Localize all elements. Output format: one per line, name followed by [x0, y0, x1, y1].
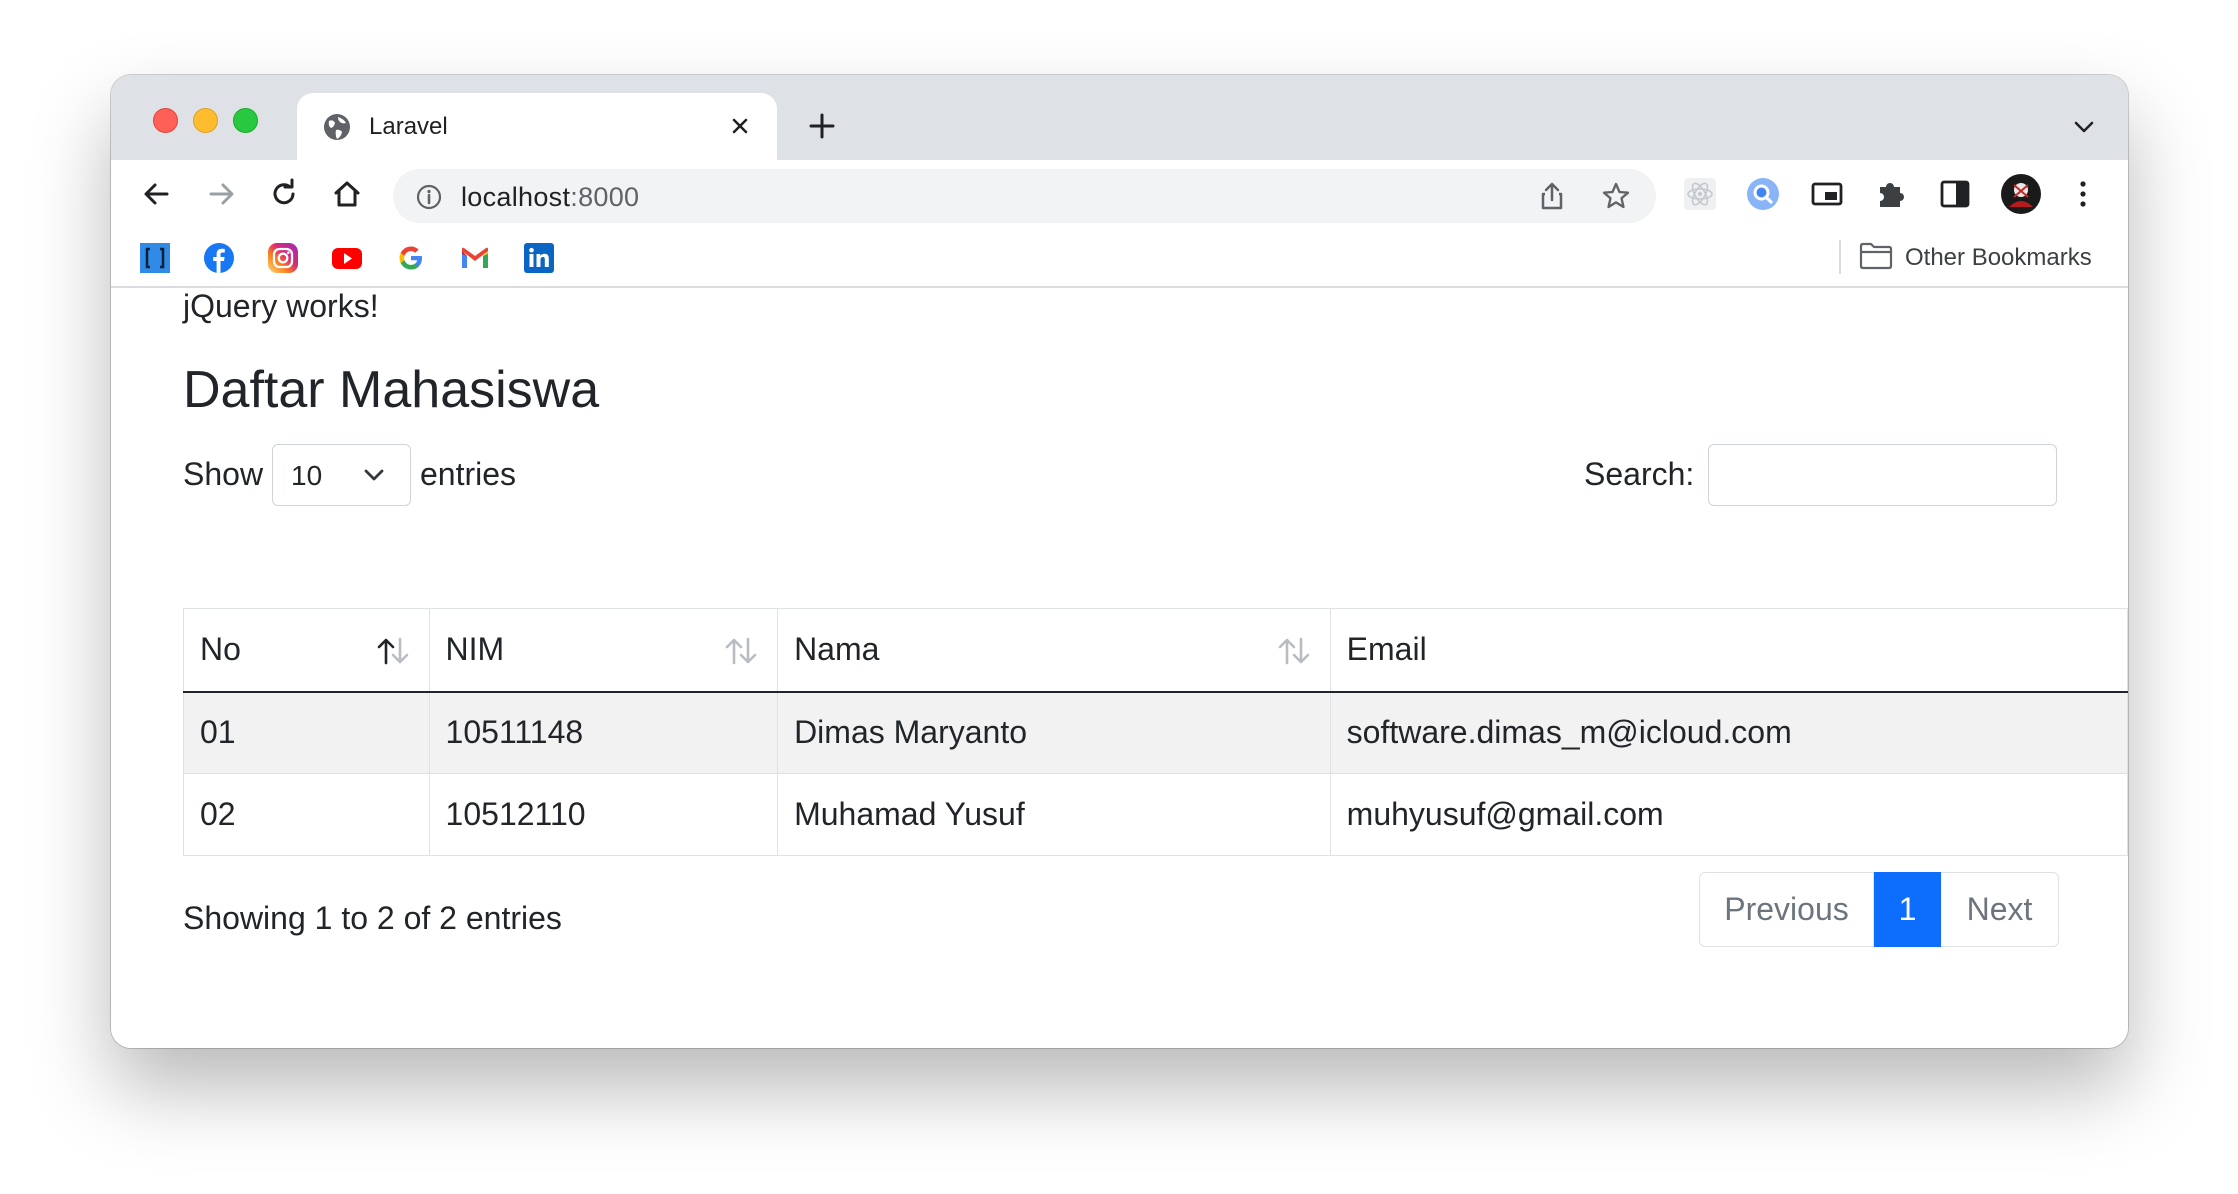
status-text: jQuery works! — [183, 288, 379, 324]
page-title: Daftar Mahasiswa — [183, 361, 600, 419]
browser-tab[interactable]: Laravel — [297, 93, 777, 160]
plus-icon[interactable] — [805, 109, 839, 143]
table-info: Showing 1 to 2 of 2 entries — [183, 900, 562, 936]
cell-no: 02 — [183, 773, 430, 856]
youtube-icon[interactable] — [331, 242, 363, 274]
more-vert-icon[interactable] — [2064, 175, 2102, 213]
cell-nim: 10511148 — [428, 691, 779, 774]
share-icon[interactable] — [1536, 180, 1568, 212]
browser-window: Laravel localhost:8000 Other Bookmarks j… — [111, 75, 2128, 1048]
minimize-window-button[interactable] — [193, 108, 218, 133]
info-icon[interactable] — [415, 183, 443, 211]
cell-nama: Muhamad Yusuf — [777, 773, 1331, 856]
gmail-icon[interactable] — [459, 242, 491, 274]
column-header-email: Email — [1329, 608, 2128, 693]
puzzle-icon[interactable] — [1872, 175, 1910, 213]
entries-per-page-select[interactable]: 10 — [272, 444, 411, 506]
bookmarks-bar: Other Bookmarks — [111, 228, 2128, 288]
column-header-nim[interactable]: NIM — [428, 608, 779, 693]
column-header-no[interactable]: No — [183, 608, 430, 693]
home-icon[interactable] — [327, 174, 367, 214]
folder-icon — [1859, 242, 1893, 270]
instagram-icon[interactable] — [267, 242, 299, 274]
reload-icon[interactable] — [264, 174, 304, 214]
close-icon[interactable] — [723, 109, 757, 143]
chevron-down-icon — [364, 469, 384, 481]
cell-nama: Dimas Maryanto — [777, 691, 1331, 774]
url-text: localhost:8000 — [461, 182, 640, 212]
search-extension-icon[interactable] — [1744, 175, 1782, 213]
page-content: jQuery works! Daftar Mahasiswa Show 10 e… — [111, 288, 2128, 1048]
sort-icon — [725, 637, 757, 665]
cell-email: muhyusuf@gmail.com — [1329, 773, 2128, 856]
maximize-window-button[interactable] — [233, 108, 258, 133]
cell-no: 01 — [183, 691, 430, 774]
profile-avatar-icon[interactable] — [2000, 173, 2042, 215]
sort-icon — [1278, 637, 1309, 665]
tab-strip: Laravel — [111, 75, 2128, 160]
search-input[interactable] — [1708, 444, 2057, 506]
search-label: Search: — [1584, 456, 1695, 492]
table-row: 01 10511148 Dimas Maryanto software.dima… — [183, 691, 2128, 774]
length-label-entries: entries — [420, 456, 517, 492]
linkedin-icon[interactable] — [523, 242, 555, 274]
entries-per-page-value: 10 — [291, 460, 323, 491]
forward-arrow-icon[interactable] — [201, 174, 241, 214]
next-page-button[interactable]: Next — [1941, 872, 2059, 947]
address-bar[interactable]: localhost:8000 — [393, 169, 1656, 223]
react-devtools-icon[interactable] — [1681, 175, 1719, 213]
column-header-nama[interactable]: Nama — [777, 608, 1331, 693]
other-bookmarks-label: Other Bookmarks — [1905, 244, 2092, 271]
google-icon[interactable] — [395, 242, 427, 274]
students-table: No NIM Nama Email 01 10511148 Dimas Mary… — [183, 608, 2128, 856]
chevron-down-icon[interactable] — [2070, 113, 2098, 141]
bookmark-star-icon[interactable] — [1600, 180, 1632, 212]
page-1-button[interactable]: 1 — [1874, 872, 1941, 947]
globe-icon — [324, 114, 350, 140]
table-row: 02 10512110 Muhamad Yusuf muhyusuf@gmail… — [183, 773, 2128, 856]
bookmarks-separator — [1839, 240, 1841, 274]
facebook-icon[interactable] — [203, 242, 235, 274]
back-arrow-icon[interactable] — [137, 174, 177, 214]
pagination: Previous 1 Next — [1699, 872, 2059, 947]
close-window-button[interactable] — [153, 108, 178, 133]
sort-ascending-icon — [377, 637, 408, 665]
side-panel-icon[interactable] — [1936, 175, 1974, 213]
table-header-row: No NIM Nama Email — [183, 608, 2128, 693]
cell-nim: 10512110 — [428, 773, 779, 856]
previous-page-button[interactable]: Previous — [1699, 872, 1874, 947]
tab-title: Laravel — [369, 113, 448, 140]
cell-email: software.dimas_m@icloud.com — [1329, 691, 2128, 774]
length-label-show: Show — [183, 456, 264, 492]
picture-in-picture-icon[interactable] — [1808, 175, 1846, 213]
browser-toolbar: localhost:8000 — [111, 160, 2128, 228]
brackets-icon[interactable] — [139, 242, 171, 274]
